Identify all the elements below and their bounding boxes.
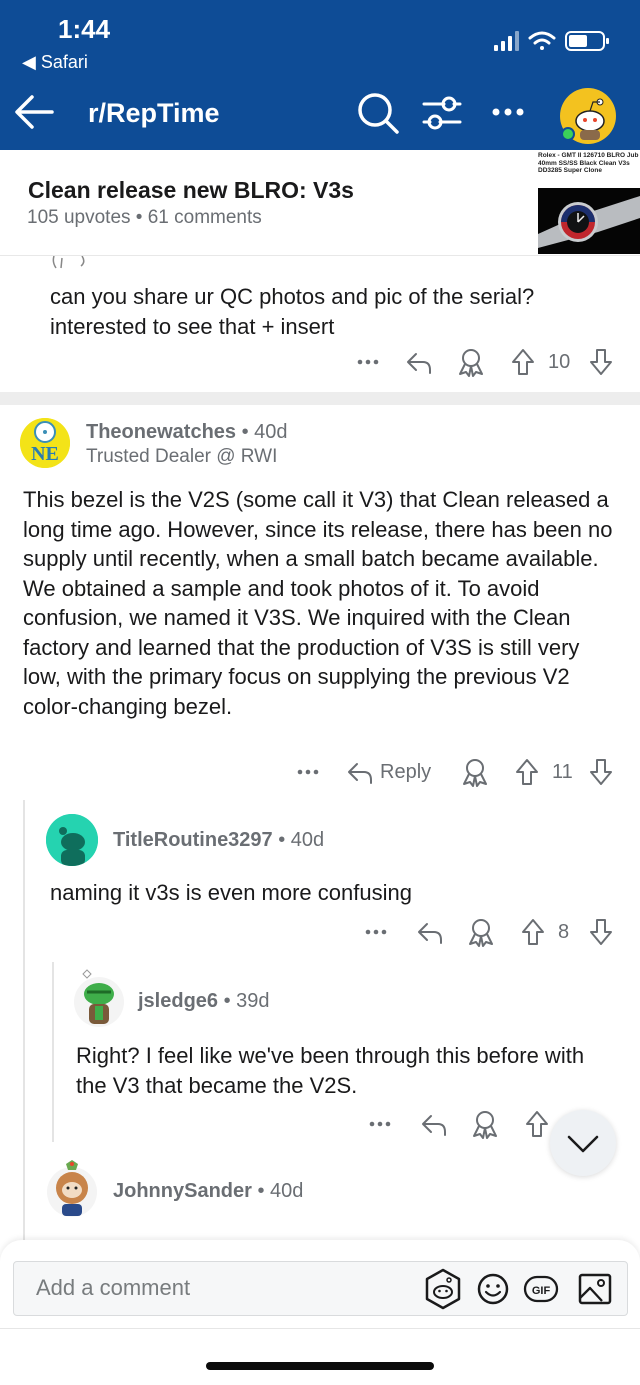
- comment-body: This bezel is the V2S (some call it V3) …: [23, 487, 613, 719]
- post-thumbnail[interactable]: Rolex - GMT II 126710 BLRO Jub 40mm SS/S…: [538, 150, 640, 254]
- emoji-icon[interactable]: [474, 1270, 512, 1308]
- reply-icon[interactable]: [420, 1108, 448, 1140]
- filter-icon[interactable]: [420, 93, 464, 133]
- online-status-dot: [561, 127, 575, 141]
- award-icon[interactable]: [460, 756, 490, 788]
- reply-button[interactable]: Reply: [346, 756, 431, 788]
- johnnysander-avatar[interactable]: [46, 1160, 98, 1218]
- comment-body: can you share ur QC photos and pic of th…: [50, 284, 535, 339]
- upvote-icon[interactable]: [520, 916, 546, 948]
- reply-icon[interactable]: [405, 346, 433, 378]
- comment-author[interactable]: JohnnySander • 40d: [113, 1180, 303, 1203]
- gif-button[interactable]: GIF: [522, 1270, 560, 1308]
- comment-body: Right? I feel like we've been through th…: [76, 1043, 585, 1098]
- award-icon[interactable]: [470, 1108, 500, 1140]
- comment-author[interactable]: TitleRoutine3297 • 40d: [113, 829, 324, 852]
- author-name[interactable]: Theonewatches: [86, 421, 236, 443]
- image-icon[interactable]: [576, 1270, 614, 1308]
- more-icon[interactable]: [364, 916, 388, 948]
- subreddit-title[interactable]: r/RepTime: [88, 98, 220, 129]
- post-meta: 105 upvotes • 61 comments: [27, 207, 262, 228]
- theonewatches-avatar[interactable]: NE: [20, 418, 70, 468]
- watch-image: [538, 188, 640, 254]
- comment-author[interactable]: Theonewatches • 40d: [86, 421, 288, 444]
- reply-label: Reply: [380, 760, 432, 783]
- more-icon[interactable]: [296, 756, 320, 788]
- comment-age: • 40d: [251, 1180, 304, 1202]
- snoo-avatar-builder-icon[interactable]: [422, 1268, 464, 1310]
- reply-icon[interactable]: [416, 916, 444, 948]
- back-arrow-icon[interactable]: [12, 92, 56, 132]
- comment-body: naming it v3s is even more confusing: [50, 880, 412, 905]
- author-name[interactable]: JohnnySander: [113, 1180, 252, 1202]
- signal-icon: [494, 31, 519, 51]
- home-indicator[interactable]: [206, 1362, 434, 1370]
- thread-line[interactable]: [52, 962, 54, 1142]
- user-avatar[interactable]: [560, 88, 616, 144]
- more-icon[interactable]: [368, 1108, 392, 1140]
- comment-actions: 8: [362, 916, 620, 948]
- reply-icon: [348, 763, 372, 784]
- comment-age: • 40d: [272, 829, 325, 851]
- nav-row: r/RepTime: [0, 78, 640, 150]
- status-time: 1:44: [58, 14, 111, 44]
- downvote-icon[interactable]: [588, 756, 614, 788]
- scroll-down-button[interactable]: [550, 1110, 616, 1176]
- comment-divider: [0, 392, 640, 405]
- author-name[interactable]: jsledge6: [138, 990, 218, 1012]
- comment-actions: 10: [350, 346, 620, 378]
- post-header[interactable]: Clean release new BLRO: V3s 105 upvotes …: [0, 150, 640, 256]
- post-title: Clean release new BLRO: V3s: [28, 177, 354, 203]
- vote-count: 10: [548, 350, 571, 373]
- downvote-icon[interactable]: [588, 916, 614, 948]
- wifi-icon: [528, 31, 556, 50]
- battery-icon: [565, 31, 609, 51]
- upvote-icon[interactable]: [514, 756, 540, 788]
- thread-line[interactable]: [23, 800, 25, 1240]
- upvote-icon[interactable]: [510, 346, 536, 378]
- gif-label: GIF: [532, 1285, 551, 1297]
- user-flair: Trusted Dealer @ RWI: [86, 446, 278, 467]
- watch-logo-icon: NE: [20, 418, 70, 468]
- titleroutine-avatar[interactable]: [46, 814, 98, 866]
- comment-placeholder: Add a comment: [36, 1275, 191, 1300]
- search-icon[interactable]: [356, 91, 400, 135]
- comment-actions: Reply 11: [294, 756, 620, 788]
- status-icons: [494, 31, 609, 51]
- more-options-icon[interactable]: [488, 92, 528, 132]
- composer-separator: [0, 1328, 640, 1329]
- back-to-safari-link[interactable]: ◀ Safari: [22, 52, 88, 73]
- vote-count: 8: [558, 920, 570, 943]
- partial-avatar-icon: [52, 256, 85, 269]
- author-name[interactable]: TitleRoutine3297: [113, 829, 273, 851]
- snoo-silhouette-icon: [46, 814, 98, 866]
- avatar-text: NE: [31, 443, 59, 465]
- thumbnail-caption: Rolex - GMT II 126710 BLRO Jub 40mm SS/S…: [538, 152, 639, 174]
- jsledge6-avatar[interactable]: [73, 968, 125, 1028]
- comment-author[interactable]: jsledge6 • 39d: [138, 990, 270, 1013]
- comment-age: • 40d: [236, 421, 288, 443]
- downvote-icon[interactable]: [588, 346, 614, 378]
- award-icon[interactable]: [456, 346, 486, 378]
- top-bar: 1:44 ◀ Safari r/RepTime: [0, 0, 640, 150]
- chevron-down-icon: [567, 1135, 599, 1153]
- comment-actions: [366, 1108, 556, 1140]
- add-comment-input[interactable]: Add a comment GIF: [13, 1261, 628, 1316]
- comment-age: • 39d: [218, 990, 270, 1012]
- gif-icon: GIF: [523, 1275, 559, 1303]
- vote-count: 11: [552, 760, 573, 783]
- upvote-icon[interactable]: [524, 1108, 550, 1140]
- more-icon[interactable]: [356, 346, 380, 378]
- award-icon[interactable]: [466, 916, 496, 948]
